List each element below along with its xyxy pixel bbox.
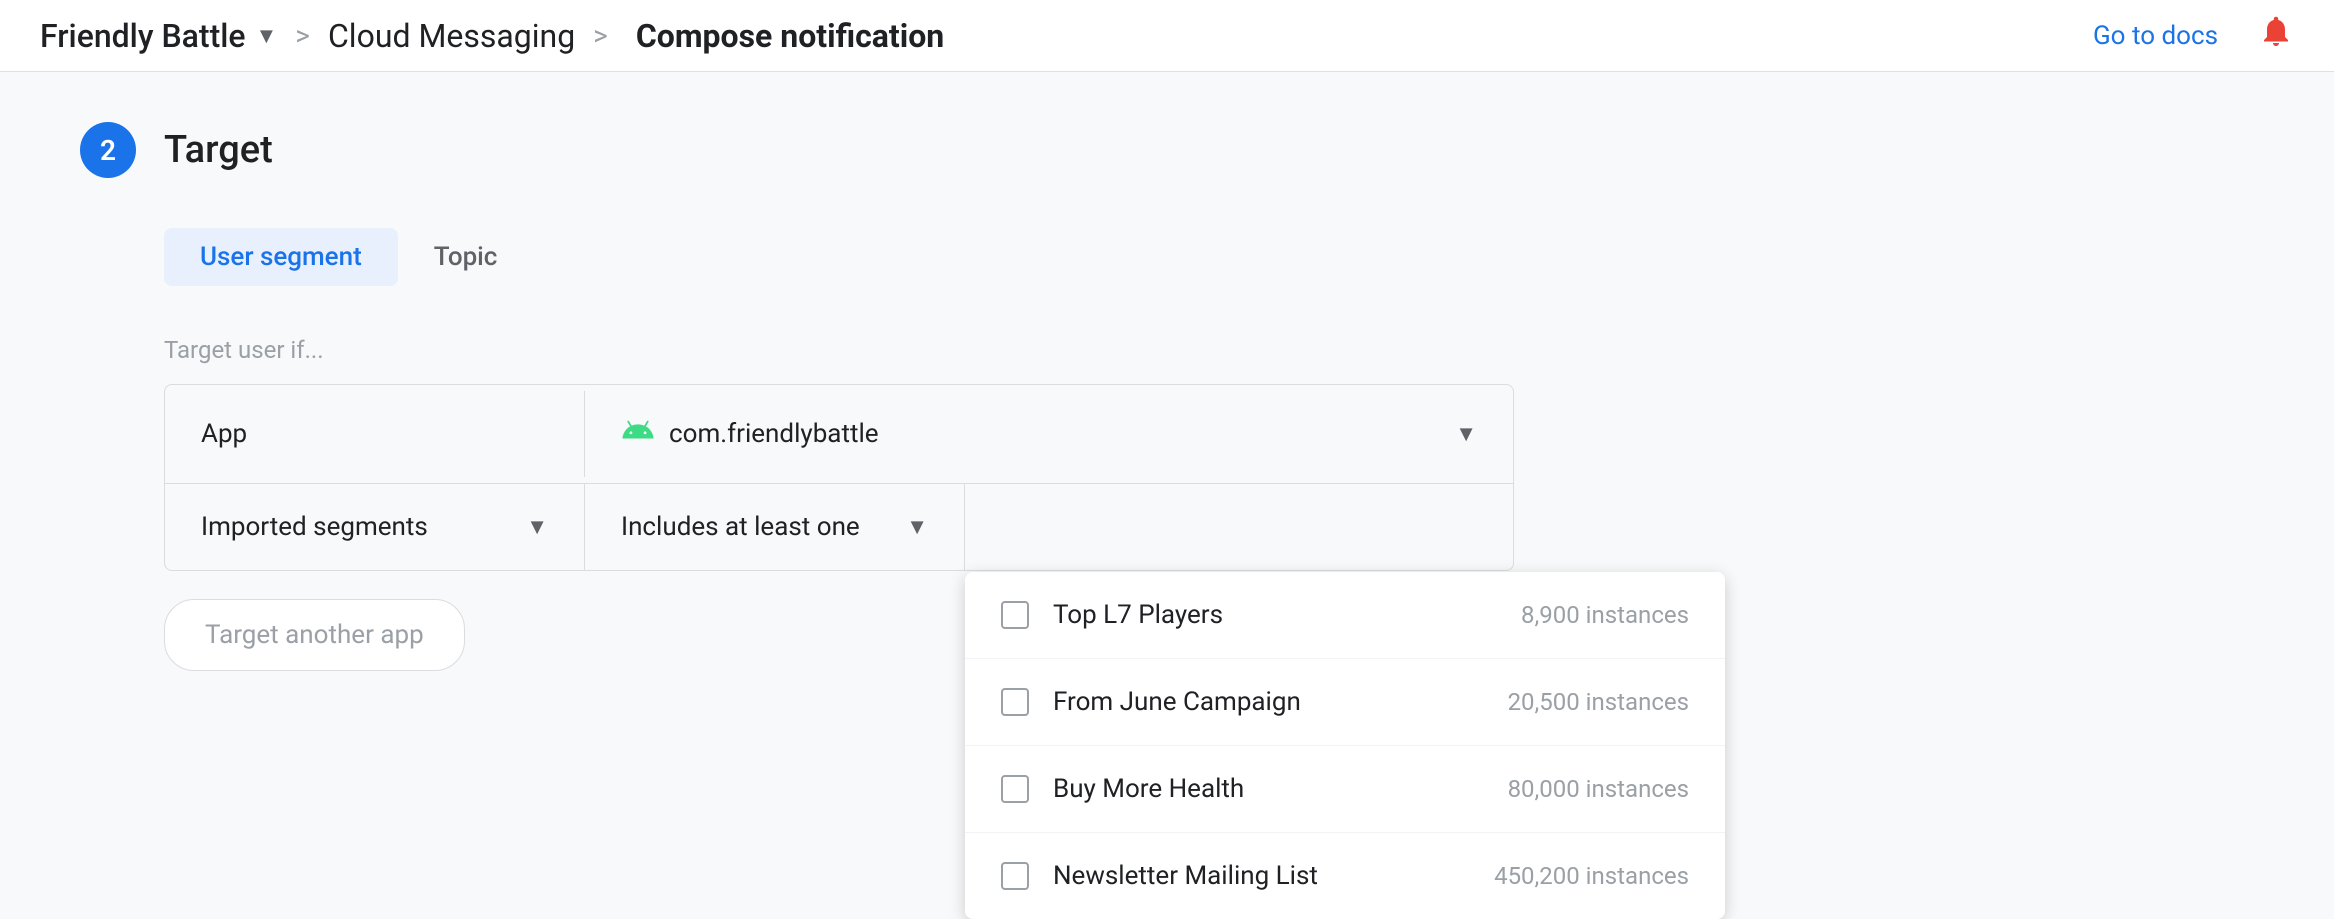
segment-name-0: Top L7 Players [1053,600,1497,630]
segments-dropdown-arrow[interactable]: ▼ [526,514,548,540]
segment-count-2: 80,000 instances [1508,775,1689,803]
app-dropdown-arrow[interactable]: ▼ [1455,421,1477,447]
page-title: Compose notification [636,17,944,55]
product-name: Cloud Messaging [328,17,575,55]
target-user-label: Target user if... [164,336,2120,364]
segment-dropdown-panel: Top L7 Players 8,900 instances From June… [965,572,1725,919]
go-to-docs-link[interactable]: Go to docs [2093,21,2218,51]
tab-user-segment[interactable]: User segment [164,228,398,286]
segment-count-0: 8,900 instances [1521,601,1689,629]
tabs-container: User segment Topic [164,228,2120,286]
checkbox-newsletter[interactable] [1001,862,1029,890]
notification-bell[interactable] [2258,13,2294,58]
main-content: 2 Target User segment Topic Target user … [0,72,2200,721]
breadcrumb: Friendly Battle ▼ > Cloud Messaging > Co… [40,17,944,55]
breadcrumb-separator-2: > [593,19,608,52]
breadcrumb-separator: > [295,19,310,52]
dropdown-item-0[interactable]: Top L7 Players 8,900 instances [965,572,1725,659]
target-table: App com.friendlybattle ▼ Imported segmen… [164,384,1514,571]
includes-cell[interactable]: Includes at least one ▼ [585,484,965,570]
header: Friendly Battle ▼ > Cloud Messaging > Co… [0,0,2334,72]
includes-label: Includes at least one [621,512,860,542]
segment-count-1: 20,500 instances [1508,688,1689,716]
checkbox-june-campaign[interactable] [1001,688,1029,716]
app-name-label: Friendly Battle [40,17,246,55]
app-dropdown-chevron[interactable]: ▼ [256,23,278,49]
checkbox-top-l7[interactable] [1001,601,1029,629]
tab-topic[interactable]: Topic [398,228,534,286]
dropdown-item-1[interactable]: From June Campaign 20,500 instances [965,659,1725,746]
header-actions: Go to docs [2093,13,2294,58]
section-title: Target [164,128,273,172]
dropdown-item-2[interactable]: Buy More Health 80,000 instances [965,746,1725,833]
android-icon [621,413,655,455]
segments-label: Imported segments [201,512,428,542]
segment-count-3: 450,200 instances [1494,862,1689,890]
app-value-cell[interactable]: com.friendlybattle ▼ [585,385,1513,483]
step-badge: 2 [80,122,136,178]
section-header: 2 Target [80,122,2120,178]
includes-dropdown-arrow[interactable]: ▼ [906,514,928,540]
app-label: App [165,391,585,477]
table-row-segments: Imported segments ▼ Includes at least on… [165,484,1513,570]
dropdown-item-3[interactable]: Newsletter Mailing List 450,200 instance… [965,833,1725,919]
table-row-app: App com.friendlybattle ▼ [165,385,1513,484]
bell-icon [2258,16,2294,58]
target-another-app-button[interactable]: Target another app [164,599,465,671]
checkbox-buy-more-health[interactable] [1001,775,1029,803]
segment-name-2: Buy More Health [1053,774,1484,804]
app-package-name: com.friendlybattle [669,419,879,449]
segment-name-1: From June Campaign [1053,687,1484,717]
app-name[interactable]: Friendly Battle ▼ [40,17,277,55]
segment-name-3: Newsletter Mailing List [1053,861,1470,891]
segments-label-cell[interactable]: Imported segments ▼ [165,484,585,570]
